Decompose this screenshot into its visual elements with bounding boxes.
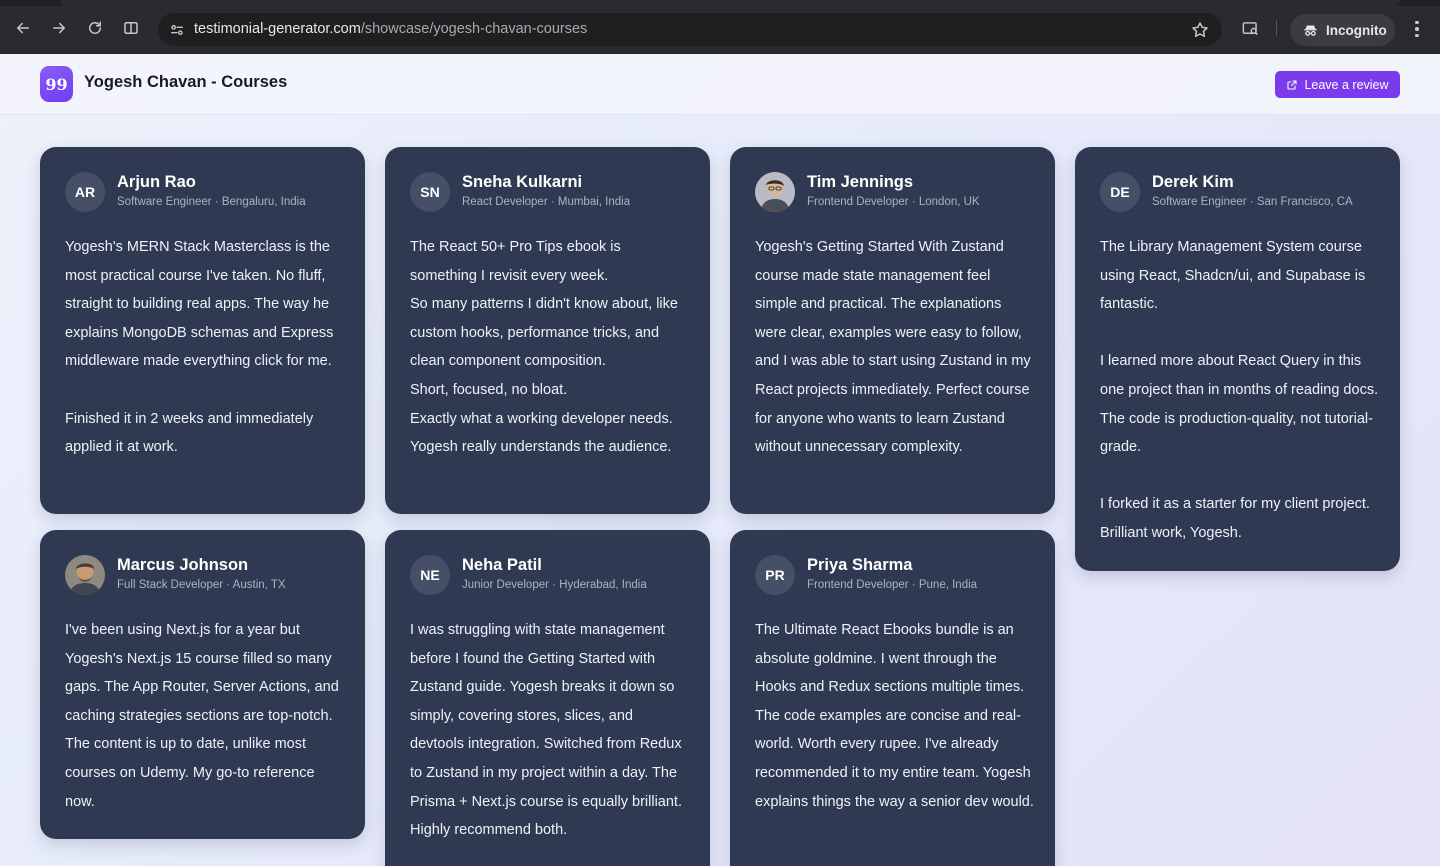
search-tab-icon[interactable] (1239, 17, 1261, 39)
testimonial-card: DE Derek Kim Software Engineer · San Fra… (1075, 147, 1400, 571)
reviewer-name: Derek Kim (1152, 173, 1234, 191)
quote-logo-icon: 99 (40, 66, 73, 102)
testimonial-text: The Ultimate React Ebooks bundle is an a… (755, 622, 1034, 810)
incognito-icon (1304, 25, 1317, 36)
avatar: SN (410, 172, 450, 212)
reviewer-name: Priya Sharma (807, 556, 913, 574)
active-tab-edge (60, 0, 1400, 6)
url-host: testimonial-generator.com (194, 21, 361, 37)
testimonial-card: Tim Jennings Frontend Developer · London… (730, 147, 1055, 514)
site-info-icon[interactable] (164, 17, 189, 42)
incognito-badge[interactable]: Incognito (1290, 14, 1395, 46)
more-vert-icon[interactable] (1407, 18, 1427, 40)
testimonial-card: PR Priya Sharma Frontend Developer · Pun… (730, 530, 1055, 866)
avatar-photo (755, 172, 795, 212)
testimonial-text: I was struggling with state management b… (410, 622, 682, 839)
reviewer-name: Tim Jennings (807, 173, 914, 191)
testimonial-text: Yogesh's Getting Started With Zustand co… (755, 239, 1031, 456)
reviewer-meta: Frontend Developer · Pune, India (807, 579, 978, 591)
back-arrow-icon[interactable] (12, 17, 34, 39)
external-link-icon (1287, 79, 1298, 90)
reviewer-name: Neha Patil (462, 556, 542, 574)
reviewer-name: Marcus Johnson (117, 556, 249, 574)
reviewer-meta: Software Engineer · Bengaluru, India (117, 196, 306, 208)
reviewer-meta: React Developer · Mumbai, India (462, 196, 631, 208)
testimonial-card: NE Neha Patil Junior Developer · Hyderab… (385, 530, 710, 866)
avatar: PR (755, 555, 795, 595)
avatar: DE (1100, 172, 1140, 212)
star-icon[interactable] (1190, 20, 1210, 40)
testimonial-text: The React 50+ Pro Tips ebook is somethin… (410, 239, 678, 456)
testimonial-text: The Library Management System course usi… (1100, 239, 1379, 541)
page-title: Yogesh Chavan - Courses (84, 73, 288, 91)
testimonial-text: I've been using Next.js for a year but Y… (65, 622, 339, 810)
incognito-label: Incognito (1326, 22, 1387, 38)
reload-icon[interactable] (84, 17, 106, 39)
address-bar[interactable]: testimonial-generator.com/showcase/yoges… (158, 13, 1222, 46)
leave-review-label: Leave a review (1304, 77, 1389, 92)
testimonial-card: AR Arjun Rao Software Engineer · Bengalu… (40, 147, 365, 514)
forward-arrow-icon[interactable] (48, 17, 70, 39)
reviewer-meta: Junior Developer · Hyderabad, India (462, 579, 647, 591)
reviewer-meta: Frontend Developer · London, UK (807, 196, 980, 208)
split-view-icon[interactable] (120, 17, 142, 39)
avatar-photo (65, 555, 105, 595)
testimonial-card: SN Sneha Kulkarni React Developer · Mumb… (385, 147, 710, 514)
avatar: NE (410, 555, 450, 595)
leave-review-button[interactable]: Leave a review (1275, 71, 1400, 98)
reviewer-meta: Full Stack Developer · Austin, TX (117, 579, 286, 591)
avatar: AR (65, 172, 105, 212)
site-header: 99 Yogesh Chavan - Courses Leave a revie… (0, 54, 1440, 115)
testimonial-text: Yogesh's MERN Stack Masterclass is the m… (65, 239, 334, 456)
page-content: 99 Yogesh Chavan - Courses Leave a revie… (0, 54, 1440, 866)
url-text[interactable]: testimonial-generator.com/showcase/yoges… (194, 21, 587, 37)
reviewer-meta: Software Engineer · San Francisco, CA (1152, 196, 1353, 208)
browser-chrome: testimonial-generator.com/showcase/yoges… (0, 0, 1440, 54)
toolbar-divider (1276, 20, 1277, 36)
testimonial-card: Marcus Johnson Full Stack Developer · Au… (40, 530, 365, 839)
reviewer-name: Sneha Kulkarni (462, 173, 583, 191)
url-path: /showcase/yogesh-chavan-courses (360, 21, 588, 37)
reviewer-name: Arjun Rao (117, 173, 196, 191)
